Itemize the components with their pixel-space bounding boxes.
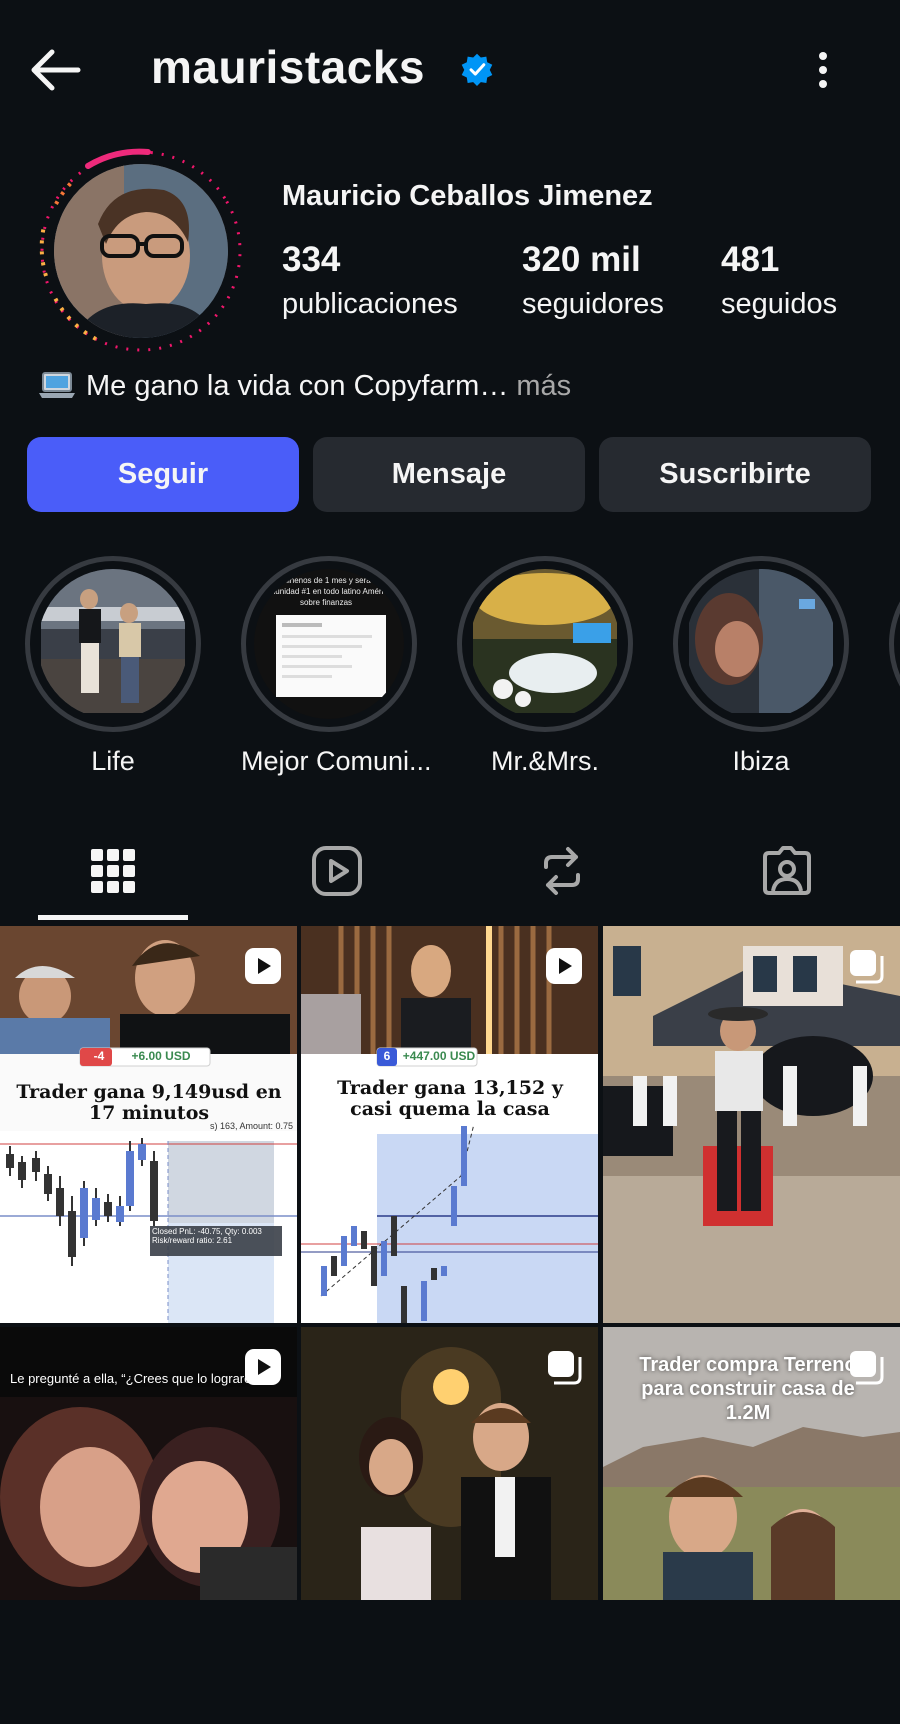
trade-tag-right: +447.00 USD [402, 1049, 476, 1063]
highlight-image [470, 569, 620, 719]
tab-reels[interactable] [262, 820, 412, 922]
bio-more-link[interactable]: más [516, 370, 571, 402]
bio-text: Me gano la vida con Copyfarm… [86, 370, 509, 402]
reel-icon [245, 1349, 281, 1385]
profile-full-name: Mauricio Ceballos Jimenez [282, 180, 653, 212]
reels-icon [312, 846, 362, 896]
more-options-button[interactable] [806, 48, 840, 92]
post-title: Trader gana 9,149usd en 17 minutos [16, 1081, 282, 1124]
posts-grid: -4 +6.00 USD Trader gana 9,149usd en 17 … [0, 926, 900, 1600]
highlight-ring: minenos de 1 mes y sera munidad #1 en to… [241, 556, 417, 732]
trade-tag-right: +6.00 USD [131, 1049, 191, 1063]
repost-icon [544, 847, 580, 895]
highlight-image [38, 569, 188, 719]
posts-count[interactable]: 334 publicaciones [282, 238, 458, 324]
subscribe-button[interactable]: Suscribirte [599, 437, 871, 512]
followers-count[interactable]: 320 mil seguidores [522, 238, 664, 324]
chart-note-line: Risk/reward ratio: 2.61 [152, 1235, 233, 1245]
highlight-mejor-comunidad[interactable]: minenos de 1 mes y sera munidad #1 en to… [241, 556, 432, 777]
post-tile[interactable]: Trader compra Terreno para construir cas… [603, 1327, 900, 1724]
tagged-user-icon [763, 846, 811, 895]
highlight-label: Mr.&Mrs. [491, 746, 599, 776]
post-tile[interactable] [603, 926, 900, 1323]
tab-reposts[interactable] [487, 820, 637, 922]
post-title: Trader gana 13,152 y casi quema la casa [315, 1072, 585, 1126]
highlight-label: Mejor Comuni... [241, 746, 432, 776]
profile-bio[interactable]: Me gano la vida con Copyfarm… más [38, 370, 571, 403]
post-caption: Trader compra Terreno para construir cas… [639, 1354, 857, 1424]
stat-count: 320 mil [522, 240, 641, 279]
highlight-label: Ibiza [732, 746, 790, 776]
more-vertical-icon [819, 52, 827, 88]
highlight-ibiza[interactable]: Ibiza [673, 556, 849, 777]
highlight-ring [457, 556, 633, 732]
post-tile[interactable]: Le pregunté a ella, “¿Crees que lo logra… [0, 1327, 297, 1724]
arrow-left-icon [31, 49, 81, 91]
laptop-icon [39, 372, 75, 398]
highlight-mr-mrs[interactable]: Mr.&Mrs. [457, 556, 633, 777]
grid-icon [91, 849, 135, 893]
active-tab-indicator [38, 915, 188, 920]
carousel-icon [850, 1351, 884, 1385]
highlight-image: minenos de 1 mes y sera munidad #1 en to… [254, 569, 404, 719]
post-tile[interactable]: -4 +6.00 USD Trader gana 9,149usd en 17 … [0, 926, 297, 1323]
profile-tabs [0, 820, 900, 922]
highlight-image [686, 569, 836, 719]
highlight-ring [25, 556, 201, 732]
reel-icon [546, 948, 582, 984]
stat-label: publicaciones [282, 288, 458, 320]
profile-username: mauristacks [151, 41, 425, 93]
highlight-life[interactable]: Life [25, 556, 201, 777]
verified-badge-icon [461, 53, 493, 86]
profile-avatar[interactable] [36, 146, 246, 356]
carousel-icon [548, 1351, 582, 1385]
trade-tag-left: -4 [93, 1049, 105, 1063]
follow-button[interactable]: Seguir [27, 437, 299, 512]
chart-note: Closed PnL: -40.75, Qty: 0.003 Risk/rewa… [152, 1227, 280, 1246]
stat-label: seguidos [721, 288, 838, 320]
following-count[interactable]: 481 seguidos [721, 238, 837, 324]
avatar-photo [54, 164, 228, 338]
profile-header: mauristacks [0, 0, 900, 140]
trade-tag-left: 6 [383, 1049, 391, 1063]
stat-label: seguidores [522, 288, 664, 320]
stat-count: 334 [282, 240, 341, 279]
carousel-icon [850, 950, 884, 984]
highlight-partial[interactable] [889, 556, 900, 732]
post-tile[interactable] [301, 1327, 598, 1724]
message-button[interactable]: Mensaje [313, 437, 585, 512]
stat-count: 481 [721, 240, 780, 279]
post-caption: Le pregunté a ella, “¿Crees que lo logra… [10, 1371, 252, 1386]
highlight-label: Life [91, 746, 135, 776]
tab-tagged[interactable] [712, 820, 862, 922]
reel-icon [245, 948, 281, 984]
back-button[interactable] [26, 44, 86, 96]
chart-side-note: s) 163, Amount: 0.75 [210, 1121, 294, 1131]
post-tile[interactable]: 6 +447.00 USD Trader gana 13,152 y casi … [301, 926, 598, 1323]
tab-grid[interactable] [38, 820, 188, 922]
highlight-ring [673, 556, 849, 732]
